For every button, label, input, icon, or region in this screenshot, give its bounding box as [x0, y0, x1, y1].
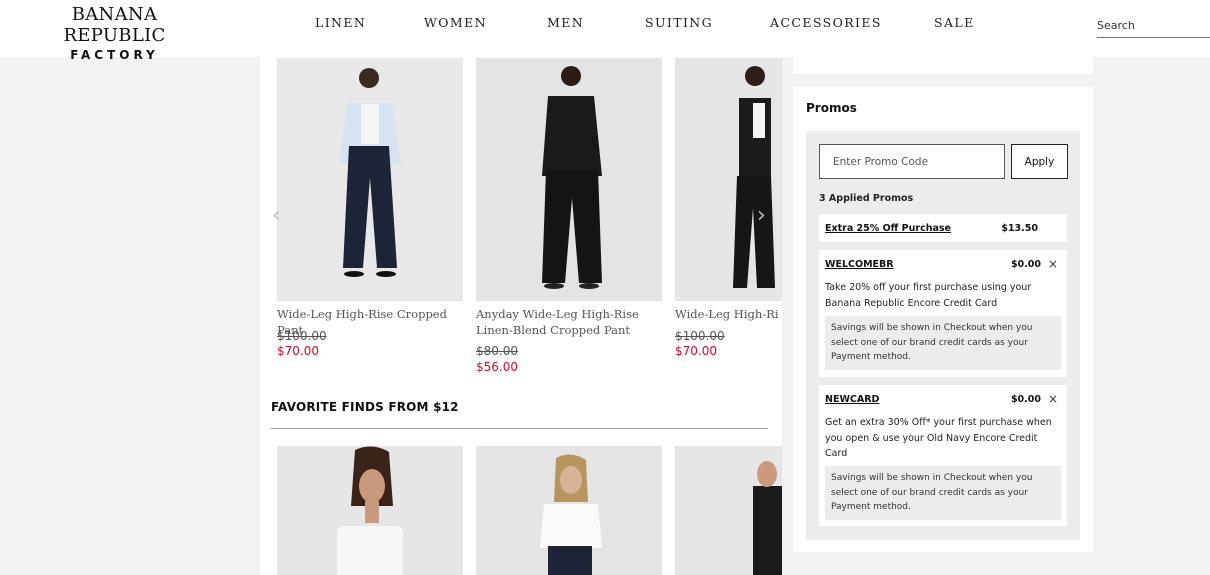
nav-item-suiting[interactable]: SUITING [645, 15, 713, 30]
promo-description: Get an extra 30% Off* your first purchas… [825, 417, 1052, 459]
product-photo [476, 446, 662, 575]
promo-name[interactable]: Extra 25% Off Purchase [825, 223, 951, 234]
product-photo [277, 446, 463, 575]
sale-price: $70.00 [675, 344, 717, 358]
promo-item: Extra 25% Off Purchase $13.50 [819, 214, 1067, 242]
search-box [1097, 14, 1210, 38]
promo-code-input[interactable] [819, 144, 1005, 179]
site-header: BANANA REPUBLIC FACTORY LINEN WOMEN MEN … [0, 0, 1210, 62]
applied-promos-count: 3 Applied Promos [819, 193, 914, 204]
promo-description: Take 20% off your first purchase using y… [825, 282, 1032, 309]
promo-amount: $0.00 [1010, 394, 1041, 405]
product-image[interactable] [277, 58, 463, 301]
promo-amount: $0.00 [1010, 259, 1041, 270]
product-photo [675, 446, 782, 575]
product-grid-panel: ‹ › Wide-Leg High-Rise Cropped Pant $100… [260, 57, 782, 575]
chevron-left-icon[interactable]: ‹ [272, 203, 281, 228]
nav-item-sale[interactable]: SALE [934, 15, 975, 30]
section-title: FAVORITE FINDS FROM $12 [271, 400, 459, 414]
apply-promo-button[interactable]: Apply [1011, 144, 1068, 179]
product-photo [476, 58, 662, 301]
product-image[interactable] [675, 446, 782, 575]
search-input[interactable] [1097, 19, 1207, 32]
original-price: $80.00 [476, 344, 518, 358]
product-image[interactable] [476, 446, 662, 575]
sale-price: $56.00 [476, 360, 518, 374]
nav-item-linen[interactable]: LINEN [315, 15, 366, 30]
chevron-right-icon[interactable]: › [757, 203, 766, 228]
close-icon[interactable]: × [1048, 257, 1058, 271]
product-title[interactable]: Wide-Leg High-Ri [675, 306, 782, 322]
promo-name[interactable]: NEWCARD [825, 394, 879, 405]
promo-amount: $13.50 [1001, 223, 1038, 234]
nav-item-men[interactable]: MEN [547, 15, 584, 30]
promos-box: Apply 3 Applied Promos Extra 25% Off Pur… [806, 131, 1080, 540]
product-title[interactable]: Anyday Wide-Leg High-Rise Linen-Blend Cr… [476, 306, 664, 338]
promo-note: Savings will be shown in Checkout when y… [825, 466, 1061, 520]
original-price: $100.00 [675, 329, 725, 343]
brand-logo-line2: FACTORY [70, 48, 159, 62]
nav-item-women[interactable]: WOMEN [424, 15, 487, 30]
promo-item: WELCOMEBR $0.00 × Take 20% off your firs… [819, 250, 1067, 377]
promos-heading: Promos [806, 101, 857, 115]
product-photo [675, 58, 782, 301]
nav-item-accessories[interactable]: ACCESSORIES [770, 15, 882, 30]
promo-item: NEWCARD $0.00 × Get an extra 30% Off* yo… [819, 385, 1067, 526]
original-price: $100.00 [277, 329, 327, 343]
promos-card: Promos Apply 3 Applied Promos Extra 25% … [793, 87, 1093, 552]
product-image[interactable] [675, 58, 782, 301]
summary-card-bottom [793, 57, 1093, 74]
promo-note: Savings will be shown in Checkout when y… [825, 316, 1061, 370]
sale-price: $70.00 [277, 344, 319, 358]
product-image[interactable] [476, 58, 662, 301]
section-divider [271, 428, 768, 429]
product-photo [277, 58, 463, 301]
product-image[interactable] [277, 446, 463, 575]
promo-name[interactable]: WELCOMEBR [825, 259, 894, 270]
close-icon[interactable]: × [1048, 392, 1058, 406]
main-nav: LINEN WOMEN MEN SUITING ACCESSORIES SALE [0, 15, 1210, 35]
